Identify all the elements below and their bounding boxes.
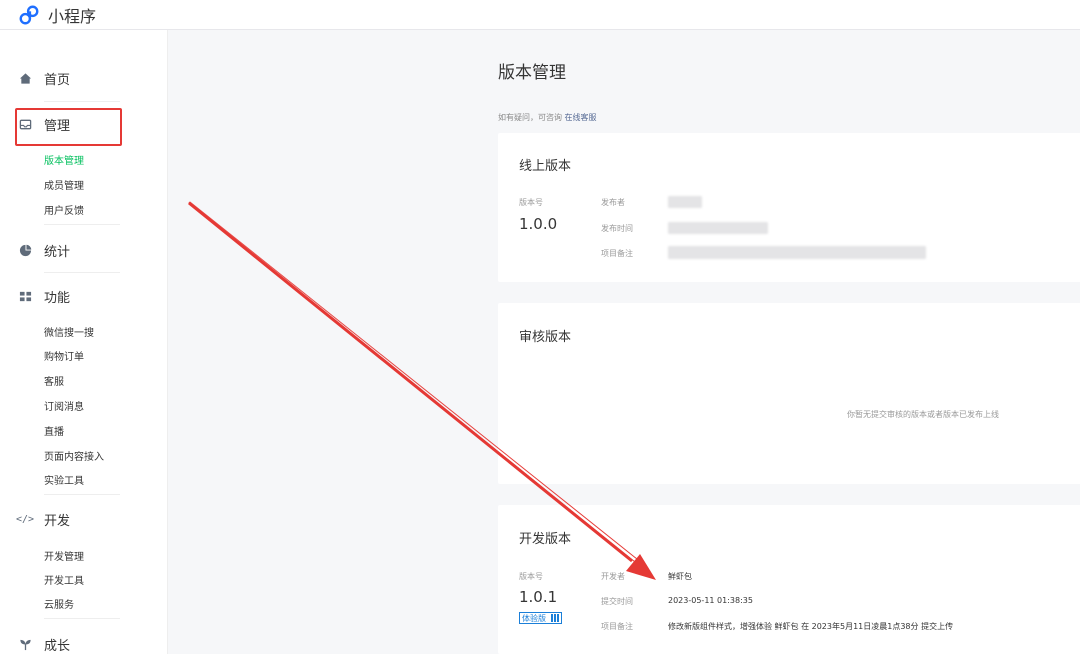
remark-label: 项目备注 [601,249,633,258]
highlight-box [15,108,122,146]
sidebar-item-page-content[interactable]: 页面内容接入 [44,448,104,463]
version-number: 1.0.1 [519,588,558,606]
trial-version-badge[interactable]: 体验版 [519,612,562,624]
sidebar-item-member-management[interactable]: 成员管理 [44,177,84,192]
card-title: 审核版本 [519,330,572,345]
divider [44,101,120,102]
sidebar-item-features[interactable]: 功能 [18,286,70,306]
pie-chart-icon [18,243,32,257]
review-version-card: 审核版本 你暂无提交审核的版本或者版本已发布上线 [498,303,1080,484]
top-bar: 小程序 [0,0,1080,30]
mini-program-logo-icon[interactable] [18,4,40,26]
version-label: 版本号 [519,572,543,581]
blurred-publish-time [668,222,768,234]
sidebar-item-wechat-search[interactable]: 微信搜一搜 [44,324,94,339]
qr-code-icon [550,614,559,622]
sidebar-item-growth[interactable]: 成长 [18,634,70,654]
help-hint: 如有疑问，可咨询 在线客服 [498,112,597,123]
divider [44,224,120,225]
badge-label: 体验版 [522,614,546,623]
card-title: 线上版本 [519,159,572,174]
version-label: 版本号 [519,198,543,207]
online-version-card: 线上版本 版本号 1.0.0 发布者 发布时间 项目备注 [498,133,1080,282]
sidebar-item-version-management[interactable]: 版本管理 [44,152,84,167]
remark-label: 项目备注 [601,622,633,631]
sidebar-item-experiment-tools[interactable]: 实验工具 [44,472,84,487]
online-support-link[interactable]: 在线客服 [565,113,597,122]
developer-value: 鲜虾包 [668,572,692,581]
publisher-label: 发布者 [601,198,625,207]
hint-text: 如有疑问，可咨询 [498,113,562,122]
sidebar-item-dev-management[interactable]: 开发管理 [44,548,84,563]
submit-time-value: 2023-05-11 01:38:35 [668,596,753,605]
developer-label: 开发者 [601,572,625,581]
remark-value: 修改新版组件样式，增强体验 鲜虾包 在 2023年5月11日凌晨1点38分 提交… [668,622,954,631]
submit-time-label: 提交时间 [601,597,633,606]
grid-icon [18,289,32,303]
sidebar-item-label: 统计 [44,244,71,260]
sidebar-item-label: 功能 [44,290,71,306]
sidebar-item-label: 首页 [44,72,71,88]
sprout-icon [18,637,32,651]
sidebar-item-dev[interactable]: </> 开发 [15,509,71,529]
sidebar-item-subscription-messages[interactable]: 订阅消息 [44,398,84,413]
sidebar-item-stats[interactable]: 统计 [18,240,70,260]
sidebar-item-label: 成长 [44,638,71,654]
sidebar-item-cloud-service[interactable]: 云服务 [44,596,74,611]
sidebar-item-dev-tools[interactable]: 开发工具 [44,572,84,587]
divider [44,618,120,619]
blurred-remark [668,246,926,259]
publish-time-label: 发布时间 [601,224,633,233]
sidebar-item-customer-service[interactable]: 客服 [44,373,64,388]
sidebar-item-home[interactable]: 首页 [18,68,70,88]
sidebar-item-label: 开发 [44,513,71,529]
code-icon: </> [15,513,35,525]
dev-version-card: 开发版本 版本号 1.0.1 体验版 开发者 鲜虾包 提交时间 2023-05-… [498,505,1080,654]
blurred-publisher [668,196,702,208]
home-icon [18,71,32,85]
app-title: 小程序 [48,6,97,26]
sidebar-item-live[interactable]: 直播 [44,423,64,438]
empty-state-text: 你暂无提交审核的版本或者版本已发布上线 [847,410,999,419]
version-number: 1.0.0 [519,215,558,233]
sidebar-item-user-feedback[interactable]: 用户反馈 [44,202,84,217]
sidebar-item-shopping-orders[interactable]: 购物订单 [44,348,84,363]
divider [44,494,120,495]
card-title: 开发版本 [519,532,572,547]
divider [44,272,120,273]
page-title: 版本管理 [498,63,566,83]
